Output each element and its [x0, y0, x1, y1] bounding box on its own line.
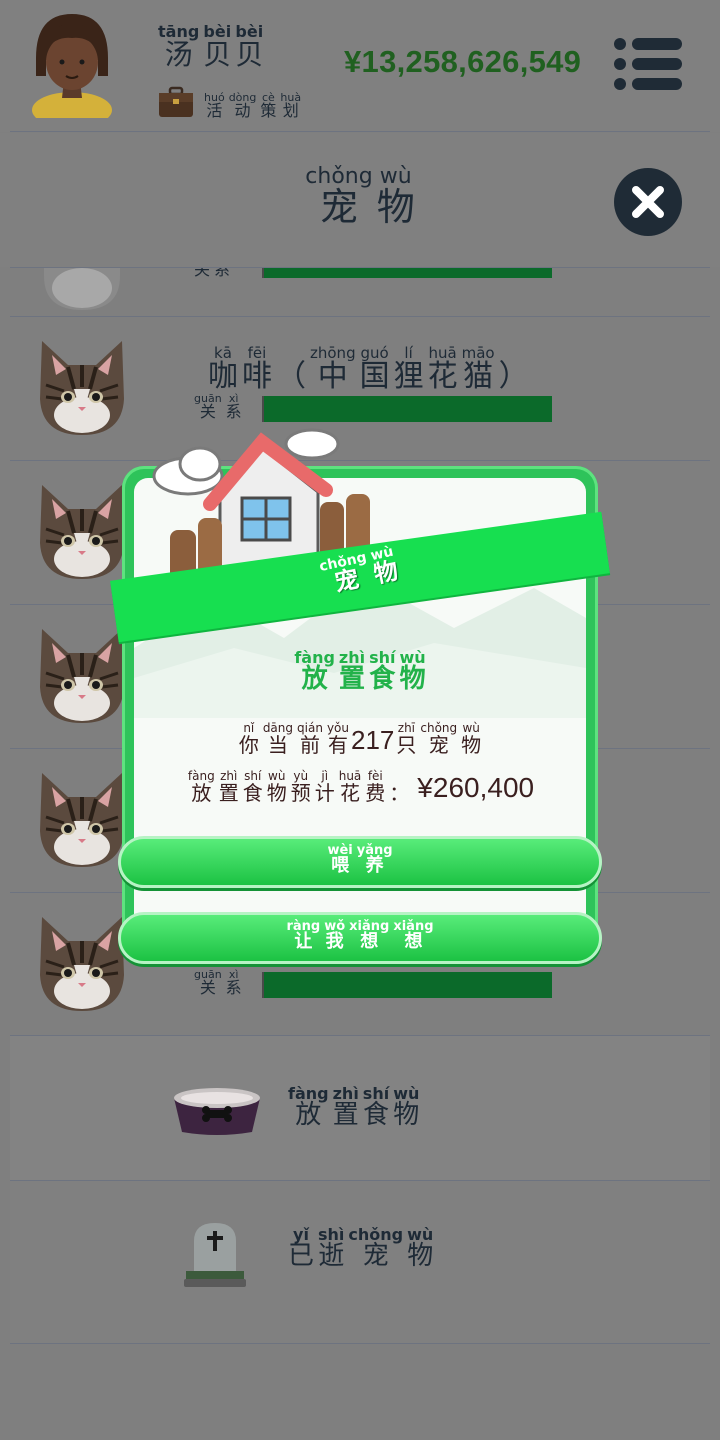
pet-row[interactable]: 关系 [10, 268, 710, 316]
relation-bar [262, 972, 552, 998]
pet-count: 217 [351, 725, 395, 755]
deceased-pets-row[interactable]: yǐ 已 shì 逝 chǒng 宠 wù 物 [10, 1181, 710, 1343]
cat-icon [44, 268, 120, 310]
place-food-row[interactable]: fàng 放 zhì 置 shí 食 wù 物 [10, 1036, 710, 1180]
cat-icon [40, 485, 124, 579]
dialog-heading: fàng 放 zhì 置 shí 食 wù 物 [294, 648, 426, 694]
activity-plan-link[interactable]: huó 活 dòng 动 cè 策 huà 划 [202, 92, 303, 120]
user-name: tāng 汤 bèi 贝 bèi 贝 [158, 22, 264, 71]
think-about-it-button[interactable]: ràng 让 wǒ 我 xiǎng 想 xiǎng 想 [118, 912, 602, 964]
money-balance: ¥13,258,626,549 [344, 44, 582, 79]
food-bowl-icon [174, 1088, 260, 1135]
briefcase-icon[interactable] [158, 86, 194, 118]
deceased-pets-label: yǐ 已 shì 逝 chǒng 宠 wù 物 [288, 1225, 434, 1271]
cat-icon [40, 341, 124, 435]
relation-label: 关系 [194, 268, 231, 280]
close-button[interactable] [614, 168, 682, 236]
relation-bar [262, 268, 552, 278]
cat-icon [40, 773, 124, 867]
place-food-label: fàng 放 zhì 置 shí 食 wù 物 [288, 1084, 420, 1130]
pet-name: kā 咖 fēi 啡（zhōng 中 guó 国 lí 狸 huā 花 māo 猫） [208, 344, 529, 394]
close-icon [632, 186, 664, 218]
menu-icon[interactable] [612, 36, 684, 92]
feed-button[interactable]: wèi 喂 yǎng 养 [118, 836, 602, 888]
feeding-cost: ¥260,400 [417, 772, 535, 803]
cat-icon [40, 917, 124, 1011]
row-divider [10, 1343, 710, 1344]
think-about-it-button-label: ràng 让 wǒ 我 xiǎng 想 xiǎng 想 [286, 919, 434, 952]
pets-title: chǒng 宠 wù 物 [305, 164, 415, 229]
relation-label: guān 关 xì 系 [194, 392, 242, 421]
gravestone-icon [184, 1223, 246, 1287]
top-header: tāng 汤 bèi 贝 bèi 贝 huó 活 dòng 动 cè 策 huà 划 ¥13,258,6… [0, 0, 720, 132]
cat-icon [40, 629, 124, 723]
header-divider [10, 131, 710, 132]
pets-screen: tāng 汤 bèi 贝 bèi 贝 huó 活 dòng 动 cè 策 huà 划 ¥13,258,6… [0, 0, 720, 1440]
cost-line: fàng 放 zhì 置 shí 食 wù 物 yù 预 jì 计 huā 花 fèi 费： ¥260,400 [187, 769, 535, 805]
pet-count-line: nǐ 你 dāng 当 qián 前 yǒu 有 217 zhī 只 chǒng 宠 wù 物 [238, 721, 482, 757]
user-avatar[interactable] [28, 10, 116, 118]
feed-button-label: wèi 喂 yǎng 养 [327, 843, 393, 876]
relation-label: guān 关 xì 系 [194, 968, 242, 997]
